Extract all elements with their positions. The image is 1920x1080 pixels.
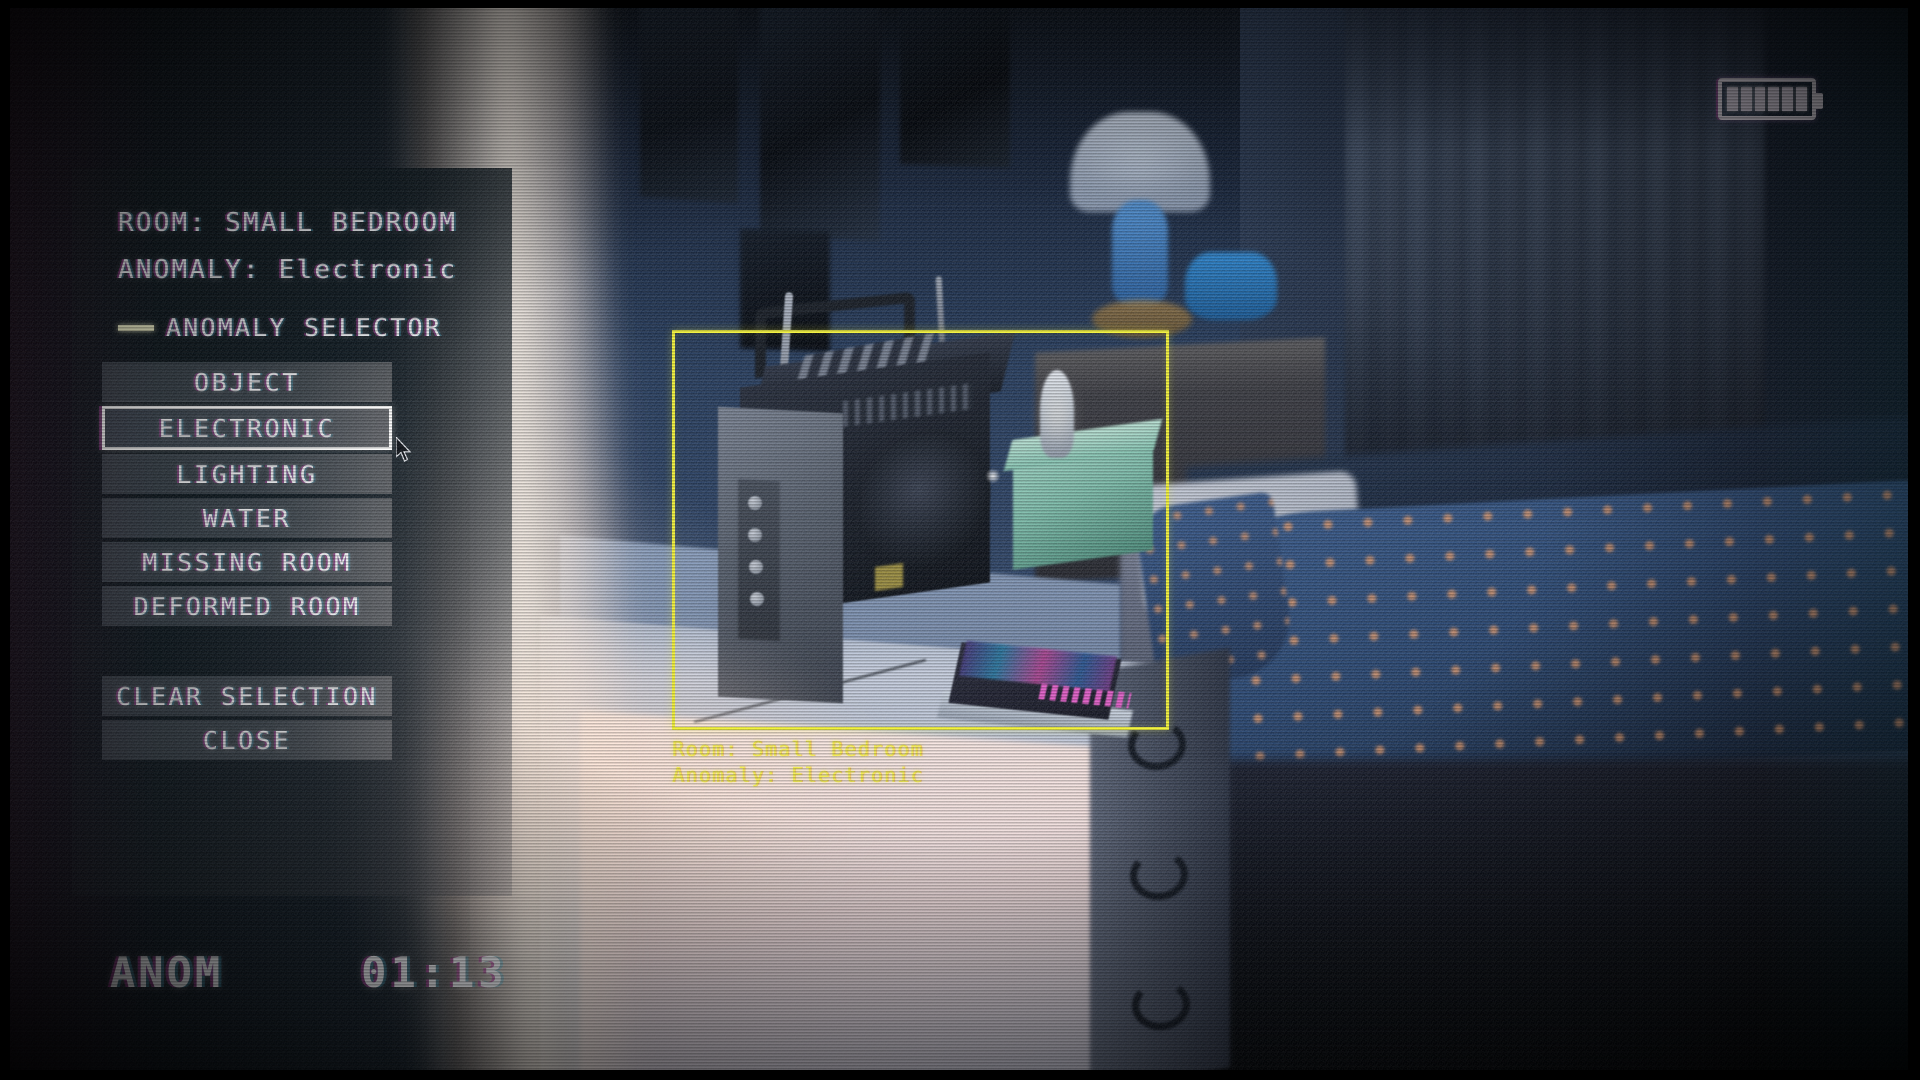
selection-room-label: Room: Small Bedroom (672, 737, 924, 761)
battery-cell (1768, 87, 1780, 111)
timer-value: 01:13 (361, 948, 508, 997)
anomaly-option-lighting[interactable]: LIGHTING (102, 454, 392, 494)
anomaly-option-object[interactable]: OBJECT (102, 362, 392, 402)
screen-border-right (1908, 0, 1920, 1080)
anomaly-selector-header: ANOMALY SELECTOR (118, 313, 512, 342)
battery-cell (1754, 87, 1766, 111)
timer-label: ANOM (110, 948, 224, 997)
close-button[interactable]: CLOSE (102, 720, 392, 760)
panel-anomaly-line: ANOMALY: Electronic (118, 255, 458, 285)
anomaly-selector-title: ANOMALY SELECTOR (166, 313, 443, 342)
screen-border-top (0, 0, 1920, 8)
battery-nub (1815, 93, 1823, 109)
battery-cell (1727, 87, 1738, 111)
screen-border-left (0, 0, 10, 1080)
hud-overlay: Room: Small Bedroom Anomaly: Electronic … (0, 0, 1920, 1080)
anomaly-option-water[interactable]: WATER (102, 498, 392, 538)
anomaly-option-electronic[interactable]: ELECTRONIC (102, 406, 392, 450)
panel-room-line: ROOM: SMALL BEDROOM (118, 208, 458, 238)
selection-anomaly-label: Anomaly: Electronic (672, 763, 924, 787)
anomaly-option-list: OBJECT ELECTRONIC LIGHTING WATER MISSING… (102, 362, 392, 760)
screen-border-bottom (0, 1070, 1920, 1080)
battery-cell (1782, 87, 1794, 111)
battery-cell (1740, 87, 1752, 111)
battery-icon (1718, 78, 1823, 120)
game-screen: Room: Small Bedroom Anomaly: Electronic … (0, 0, 1920, 1080)
anomaly-timer: ANOM 01:13 (110, 948, 508, 997)
anomaly-panel: ROOM: SMALL BEDROOM ANOMALY: Electronic … (72, 168, 512, 896)
anomaly-option-deformed-room[interactable]: DEFORMED ROOM (102, 586, 392, 626)
clear-selection-button[interactable]: CLEAR SELECTION (102, 676, 392, 716)
anomaly-option-missing-room[interactable]: MISSING ROOM (102, 542, 392, 582)
mouse-cursor-icon (396, 437, 412, 462)
option-spacer (102, 630, 392, 676)
anomaly-selection-label: Room: Small Bedroom Anomaly: Electronic (672, 736, 924, 788)
dash-icon (118, 324, 154, 331)
battery-cell (1796, 87, 1807, 111)
anomaly-selection-box[interactable] (672, 330, 1169, 730)
